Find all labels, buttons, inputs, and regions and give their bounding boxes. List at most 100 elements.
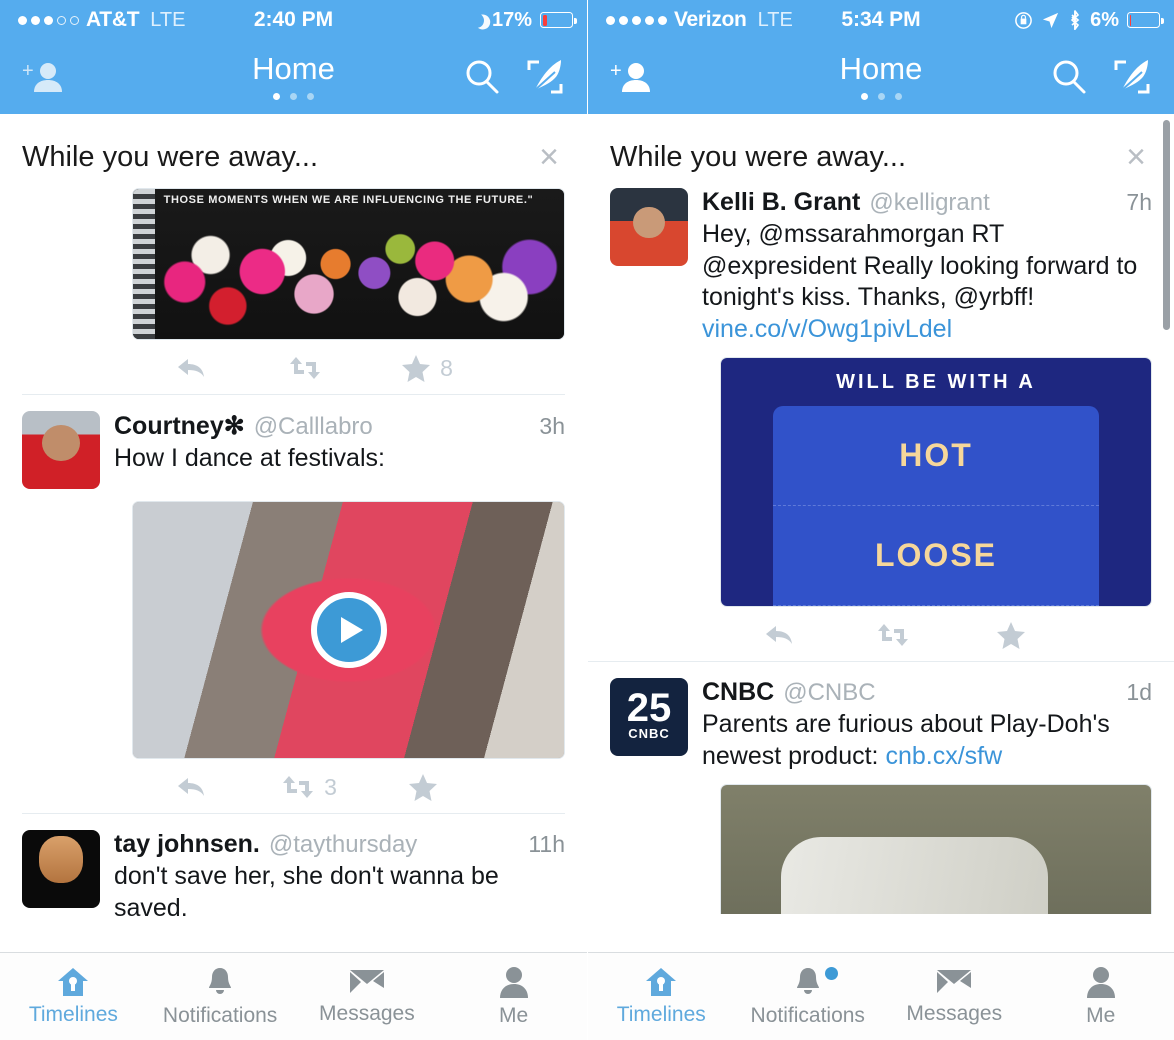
tweet-item[interactable]: Courtney✻ @Calllabro 3h How I dance at f… bbox=[0, 395, 587, 813]
bell-icon bbox=[209, 967, 232, 994]
avatar[interactable] bbox=[22, 411, 100, 489]
display-name: Courtney✻ bbox=[114, 412, 245, 440]
scrollbar[interactable] bbox=[1163, 120, 1170, 330]
phone-screen-left: AT&T LTE 2:40 PM 17% + Home While you we… bbox=[0, 0, 587, 1040]
cnbc-25-logo: 25 bbox=[626, 685, 672, 730]
tweet-media-image[interactable]: THOSE MOMENTS WHEN WE ARE INFLUENCING TH… bbox=[132, 188, 565, 340]
tab-label: Timelines bbox=[616, 1002, 706, 1026]
person-icon bbox=[499, 966, 528, 998]
dual-screenshot-comparison: AT&T LTE 2:40 PM 17% + Home While you we… bbox=[0, 0, 1174, 1040]
tab-notifications[interactable]: Notifications bbox=[147, 953, 294, 1040]
page-indicator bbox=[588, 93, 1174, 100]
battery-icon bbox=[1127, 12, 1164, 28]
vine-headline-text: WILL BE WITH A bbox=[836, 371, 1036, 393]
status-bar: AT&T LTE 2:40 PM 17% bbox=[0, 0, 587, 40]
tweet-item[interactable]: tay johnsen. @taythursday 11h don't save… bbox=[0, 814, 587, 924]
retweet-icon[interactable] bbox=[250, 355, 368, 381]
navigation-bar: + Home bbox=[588, 40, 1174, 114]
favorite-icon[interactable] bbox=[956, 621, 1074, 649]
bell-icon bbox=[796, 967, 819, 994]
page-title: Home bbox=[252, 51, 335, 86]
timeline-left[interactable]: While you were away... × THOSE MOMENTS W… bbox=[0, 114, 587, 952]
timestamp: 7h bbox=[1126, 189, 1152, 215]
image-caption-text: THOSE MOMENTS WHEN WE ARE INFLUENCING TH… bbox=[163, 194, 534, 206]
retweet-icon[interactable]: 3 bbox=[250, 774, 368, 801]
page-indicator bbox=[0, 93, 587, 100]
tweet-actions: 3 bbox=[22, 759, 565, 813]
rotation-lock-icon bbox=[1015, 11, 1032, 29]
tweet-media-image[interactable] bbox=[720, 784, 1152, 914]
battery-icon bbox=[540, 12, 577, 28]
user-handle[interactable]: @kelligrant bbox=[869, 189, 989, 217]
playdoh-image bbox=[721, 785, 1151, 914]
tweet-text: Hey, @mssarahmorgan RT @expresident Real… bbox=[702, 219, 1152, 345]
status-bar: Verizon LTE 5:34 PM 6% bbox=[588, 0, 1174, 40]
play-button-icon[interactable] bbox=[310, 592, 387, 668]
tweet-item[interactable]: 25 CNBC CNBC @CNBC 1d Parents are furiou… bbox=[588, 662, 1174, 914]
cnbc-wordmark: CNBC bbox=[628, 725, 670, 741]
tweet-media-video[interactable] bbox=[132, 501, 565, 759]
tab-notifications[interactable]: Notifications bbox=[735, 953, 882, 1040]
location-arrow-icon bbox=[1042, 12, 1059, 28]
status-left: Verizon LTE bbox=[606, 8, 793, 32]
tab-label: Me bbox=[1086, 1003, 1116, 1027]
tweet-body-text: Hey, @mssarahmorgan RT @expresident Real… bbox=[702, 220, 1138, 311]
status-right: 6% bbox=[1014, 9, 1164, 32]
tab-label: Me bbox=[499, 1003, 529, 1027]
tweet-text: don't save her, she don't wanna be saved… bbox=[114, 862, 499, 922]
while-you-were-away-header: While you were away... × bbox=[0, 114, 587, 188]
timestamp: 11h bbox=[528, 831, 565, 857]
tweet-item[interactable]: Kelli B. Grant @kelligrant 7h Hey, @mssa… bbox=[588, 188, 1174, 661]
signal-strength-icon bbox=[18, 15, 79, 25]
carrier-label: AT&T bbox=[86, 8, 140, 31]
display-name: tay johnsen. bbox=[114, 830, 260, 858]
timeline-right[interactable]: While you were away... × Kelli B. Grant … bbox=[588, 114, 1174, 952]
section-title: While you were away... bbox=[22, 140, 319, 173]
display-name: CNBC bbox=[702, 678, 775, 706]
avatar[interactable] bbox=[22, 830, 100, 908]
user-handle[interactable]: @taythursday bbox=[269, 831, 417, 859]
phone-screen-right: Verizon LTE 5:34 PM 6% + Home While you … bbox=[587, 0, 1174, 1040]
tab-me[interactable]: Me bbox=[440, 953, 587, 1040]
tab-label: Notifications bbox=[162, 1003, 278, 1027]
tweet-media-image[interactable]: WILL BE WITH A HOT LOOSE bbox=[720, 357, 1152, 607]
signal-strength-icon bbox=[606, 15, 667, 25]
notification-badge-dot bbox=[824, 967, 838, 980]
while-you-were-away-header: While you were away... × bbox=[588, 114, 1174, 188]
vine-slot-word: HOT bbox=[772, 406, 1100, 506]
tab-timelines[interactable]: Timelines bbox=[0, 953, 147, 1040]
timestamp: 3h bbox=[539, 413, 565, 439]
section-title: While you were away... bbox=[610, 140, 907, 173]
avatar[interactable]: 25 CNBC bbox=[610, 678, 688, 756]
close-icon[interactable]: × bbox=[1126, 140, 1152, 174]
tab-me[interactable]: Me bbox=[1028, 953, 1174, 1040]
reply-icon[interactable] bbox=[720, 622, 838, 648]
avatar[interactable] bbox=[610, 188, 688, 266]
tweet-actions bbox=[610, 607, 1152, 661]
tab-timelines[interactable]: Timelines bbox=[588, 953, 735, 1040]
tweet-item[interactable]: THOSE MOMENTS WHEN WE ARE INFLUENCING TH… bbox=[0, 188, 587, 394]
tab-bar: Timelines Notifications Messages Me bbox=[0, 952, 587, 1040]
home-icon bbox=[646, 967, 677, 996]
favorite-icon[interactable]: 8 bbox=[368, 354, 486, 382]
user-handle[interactable]: @CNBC bbox=[783, 679, 875, 707]
favorite-icon[interactable] bbox=[368, 773, 486, 801]
tweet-link[interactable]: cnb.cx/sfw bbox=[885, 742, 1002, 770]
reply-icon[interactable] bbox=[132, 355, 250, 381]
close-icon[interactable]: × bbox=[539, 140, 565, 174]
user-handle[interactable]: @Calllabro bbox=[254, 413, 373, 441]
tab-messages[interactable]: Messages bbox=[881, 953, 1028, 1040]
vine-slot-word: LOOSE bbox=[772, 506, 1100, 606]
vine-slot-panel: HOT LOOSE bbox=[772, 406, 1100, 606]
vine-hot-loose-image: WILL BE WITH A HOT LOOSE bbox=[721, 358, 1151, 606]
tweet-link[interactable]: vine.co/v/Owg1pivLdel bbox=[702, 315, 952, 343]
battery-percent-label: 17% bbox=[491, 8, 532, 31]
reply-icon[interactable] bbox=[132, 774, 250, 800]
person-icon bbox=[1086, 966, 1115, 998]
tab-label: Notifications bbox=[750, 1003, 865, 1027]
status-right: 17% bbox=[469, 8, 577, 32]
retweet-icon[interactable] bbox=[838, 622, 956, 648]
tab-messages[interactable]: Messages bbox=[294, 953, 441, 1040]
network-type-label: LTE bbox=[150, 8, 186, 31]
carrier-label: Verizon bbox=[674, 8, 747, 31]
